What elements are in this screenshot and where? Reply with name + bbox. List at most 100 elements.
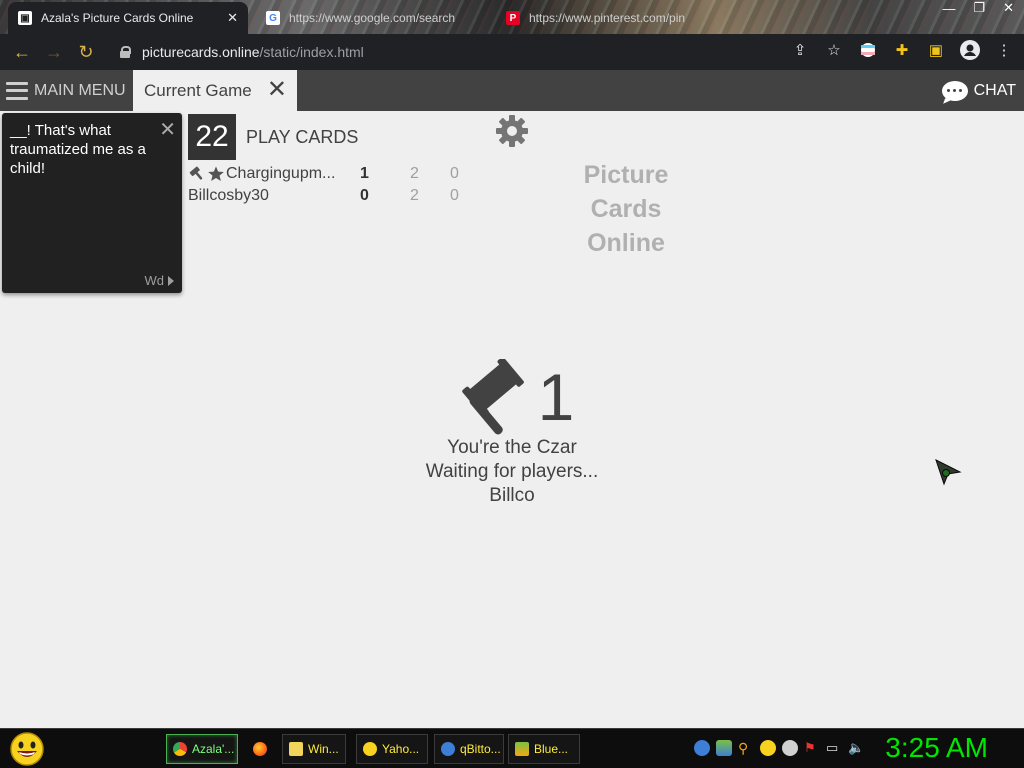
chat-bubble-icon <box>941 80 968 101</box>
minimize-icon[interactable]: — <box>942 1 955 16</box>
round-indicator: 1 <box>380 358 644 436</box>
address-bar[interactable]: picturecards.online /static/index.html <box>108 38 848 66</box>
close-window-icon[interactable]: ✕ <box>1003 0 1014 16</box>
czar-label: You're the Czar <box>447 437 577 458</box>
player-stat: 2 <box>410 187 419 204</box>
firefox-icon <box>253 742 267 756</box>
folder-icon <box>289 742 303 756</box>
main-menu-button[interactable]: MAIN MENU <box>6 70 126 111</box>
browser-tab-picture-cards[interactable]: ▣ Azala's Picture Cards Online ✕ <box>8 2 248 34</box>
flag-tray-icon[interactable]: ⚑ <box>804 740 820 756</box>
browser-tab-title: https://www.google.com/search <box>289 11 456 25</box>
player-stat: 2 <box>410 165 419 182</box>
player-points: 1 <box>360 165 369 182</box>
card-footer[interactable]: Wd <box>144 273 174 288</box>
lock-icon <box>120 46 131 58</box>
flag-extension-icon[interactable] <box>858 40 878 60</box>
picture-cards-favicon-icon: ▣ <box>18 11 32 25</box>
taskbar-item-firefox[interactable] <box>248 734 274 764</box>
window-controls: — ❐ ✕ <box>942 0 1014 16</box>
black-card: __! That's what traumatized me as a chil… <box>2 113 182 293</box>
czar-status: 1 You're the Czar Waiting for players...… <box>380 358 644 508</box>
os-taskbar: Azala'... Win... Yaho... qBitto... Blue.… <box>0 728 1024 768</box>
browser-toolbar: ← → ↻ picturecards.online /static/index.… <box>0 34 1024 70</box>
network-icon[interactable]: ▭ <box>826 740 842 756</box>
play-count-badge: 22 <box>188 114 236 160</box>
url-domain: picturecards.online <box>142 44 260 60</box>
extensions-puzzle-icon[interactable]: ✚ <box>892 40 912 60</box>
bookmark-star-icon[interactable]: ☆ <box>824 40 844 60</box>
url-path: /static/index.html <box>259 44 364 60</box>
chrome-icon <box>173 742 187 756</box>
search-icon[interactable]: ⚲ <box>738 740 754 756</box>
chat-label: CHAT <box>973 81 1016 99</box>
kebab-menu-icon[interactable]: ⋮ <box>994 40 1014 60</box>
player-stat: 0 <box>450 165 459 182</box>
taskbar-item-win[interactable]: Win... <box>282 734 346 764</box>
system-tray: ⚲ ⚑ ▭ 🔈 <box>694 740 864 756</box>
player-stat: 0 <box>450 187 459 204</box>
forward-arrow-icon[interactable]: → <box>38 36 70 68</box>
taskbar-item-label: Blue... <box>534 742 569 756</box>
browser-tab-google[interactable]: G https://www.google.com/search <box>256 2 494 34</box>
qbittorrent-tray-icon[interactable] <box>694 740 710 756</box>
share-icon[interactable]: ⇪ <box>790 40 810 60</box>
scoreboard: Chargingupm... 1 2 0 Billcosby30 0 2 0 <box>188 163 478 207</box>
bluestacks-icon <box>515 742 529 756</box>
play-cards-label: PLAY CARDS <box>246 127 359 147</box>
close-game-tab-icon[interactable]: ✕ <box>267 78 287 102</box>
restore-icon[interactable]: ❐ <box>973 0 985 16</box>
player-name: Billcosby30 <box>188 187 269 204</box>
taskbar-item-bluestacks[interactable]: Blue... <box>508 734 580 764</box>
bluestacks-tray-icon[interactable] <box>716 740 732 756</box>
taskbar-item-chrome[interactable]: Azala'... <box>166 734 238 764</box>
side-panel-icon[interactable]: ▣ <box>926 40 946 60</box>
close-tab-icon[interactable]: ✕ <box>227 10 238 26</box>
gavel-icon <box>461 359 524 435</box>
browser-tab-strip: ▣ Azala's Picture Cards Online ✕ G https… <box>0 0 1024 34</box>
player-name: Chargingupm... <box>188 165 348 183</box>
score-row: Billcosby30 0 2 0 <box>188 185 478 207</box>
brand-line: Picture <box>583 161 669 189</box>
system-clock[interactable]: 3:25 AM <box>885 732 988 764</box>
card-footer-label: Wd <box>144 273 165 288</box>
main-menu-label: MAIN MENU <box>34 81 126 99</box>
taskbar-item-label: Azala'... <box>192 742 235 756</box>
hamburger-icon <box>6 81 28 100</box>
volume-icon[interactable]: 🔈 <box>848 740 864 756</box>
toolbar-icons: ⇪ ☆ ✚ ▣ ⋮ <box>790 40 1014 60</box>
waiting-player-name: Billco <box>489 485 535 506</box>
taskbar-item-yahoo[interactable]: Yaho... <box>356 734 428 764</box>
play-arrow-icon <box>168 275 174 286</box>
smiley-tray-icon[interactable] <box>760 740 776 756</box>
taskbar-item-label: qBitto... <box>460 742 501 756</box>
player-points: 0 <box>360 187 369 204</box>
chat-button[interactable]: CHAT <box>941 70 1016 111</box>
score-row: Chargingupm... 1 2 0 <box>188 163 478 185</box>
back-arrow-icon[interactable]: ← <box>6 36 38 68</box>
browser-tab-pinterest[interactable]: P https://www.pinterest.com/pin <box>496 2 716 34</box>
gavel-icon <box>189 166 203 180</box>
yahoo-smiley-icon <box>363 742 377 756</box>
browser-tab-title: https://www.pinterest.com/pin <box>529 11 686 25</box>
mouse-cursor-icon <box>935 459 962 486</box>
waiting-label: Waiting for players... <box>425 461 599 482</box>
smiley-start-icon[interactable] <box>8 731 46 767</box>
tab-current-game[interactable]: Current Game ✕ <box>133 70 297 111</box>
taskbar-item-qbittorrent[interactable]: qBitto... <box>434 734 504 764</box>
brand-line: Online <box>587 229 665 257</box>
reload-icon[interactable]: ↻ <box>70 36 102 68</box>
taskbar-item-label: Yaho... <box>382 742 420 756</box>
dismiss-card-icon[interactable]: ✕ <box>159 117 176 142</box>
profile-avatar-icon[interactable] <box>960 40 980 60</box>
gear-icon[interactable] <box>495 114 529 148</box>
black-card-text: __! That's what traumatized me as a chil… <box>10 122 146 177</box>
minus-circle-icon[interactable] <box>782 740 798 756</box>
star-icon <box>208 166 224 181</box>
pinterest-favicon-icon: P <box>506 11 520 25</box>
brand-logo-text: Picture Cards Online <box>560 158 692 260</box>
round-number: 1 <box>537 360 575 434</box>
qbittorrent-icon <box>441 742 455 756</box>
browser-tab-title: Azala's Picture Cards Online <box>41 11 194 25</box>
current-game-label: Current Game <box>144 80 252 100</box>
